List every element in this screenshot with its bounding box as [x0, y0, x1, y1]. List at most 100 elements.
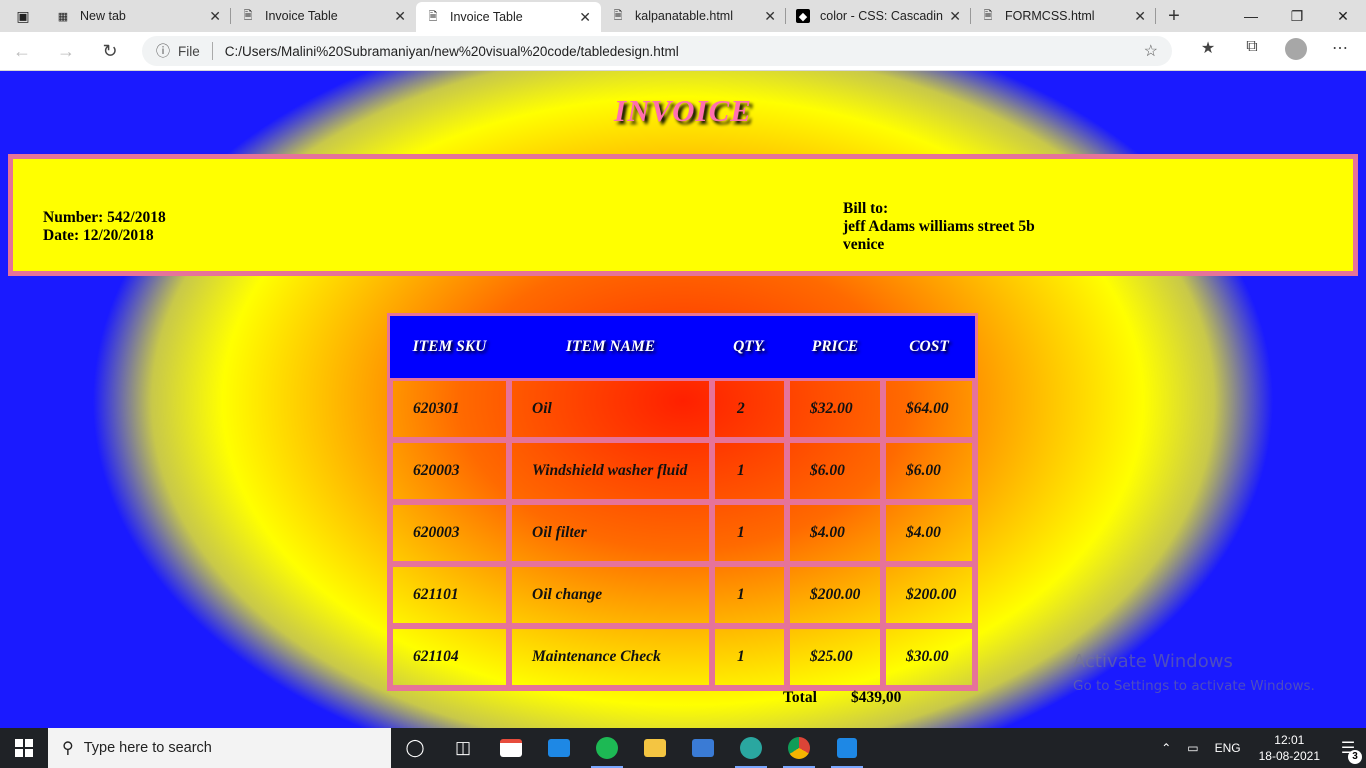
table-header-row: ITEM SKU ITEM NAME QTY. PRICE COST: [390, 316, 975, 378]
close-window-icon[interactable]: ✕: [1320, 0, 1366, 32]
codepen-icon: ◆: [796, 9, 810, 23]
bill-to-address: jeff Adams williams street 5b: [843, 218, 1035, 235]
collections-icon[interactable]: ⧉: [1230, 38, 1274, 65]
browser-tab-strip: ▣ ▦ New tab ✕ 🗎 Invoice Table ✕ 🗎 Invoic…: [0, 0, 1366, 32]
table-row: 621104 Maintenance Check 1 $25.00 $30.00: [390, 626, 975, 688]
system-tray: ⌃ ▭ ENG 12:01 18-08-2021 ☰ 3: [1153, 732, 1366, 764]
cortana-icon[interactable]: ◯: [391, 728, 439, 768]
cell-sku: 621104: [390, 626, 509, 688]
cell-cost: $4.00: [883, 502, 975, 564]
tab-kalpanatable[interactable]: 🗎 kalpanatable.html ✕: [601, 0, 786, 32]
close-tab-icon[interactable]: ✕: [764, 8, 776, 25]
back-icon[interactable]: ←: [0, 41, 44, 62]
page-viewport: INVOICE Number: 542/2018 Date: 12/20/201…: [0, 71, 1366, 728]
cell-name: Oil: [509, 378, 712, 440]
taskbar-search[interactable]: ⚲ Type here to search: [48, 728, 391, 768]
vscode-icon[interactable]: [823, 728, 871, 768]
tab-formcss[interactable]: 🗎 FORMCSS.html ✕: [971, 0, 1156, 32]
address-toolbar: ← → ↻ ⓘ File C:/Users/Malini%20Subramani…: [0, 32, 1366, 71]
wps-office-icon[interactable]: [679, 728, 727, 768]
search-icon: ⚲: [62, 740, 74, 757]
cell-price: $200.00: [787, 564, 883, 626]
spotify-icon[interactable]: [583, 728, 631, 768]
store-icon[interactable]: [487, 728, 535, 768]
cell-qty: 1: [712, 440, 787, 502]
address-divider: [211, 42, 213, 60]
mail-icon[interactable]: [535, 728, 583, 768]
cell-sku: 620003: [390, 440, 509, 502]
scheme-label: File: [178, 43, 200, 59]
page-icon: 🗎: [428, 10, 438, 23]
language-indicator[interactable]: ENG: [1215, 741, 1241, 755]
battery-icon[interactable]: ▭: [1187, 741, 1198, 755]
close-tab-icon[interactable]: ✕: [209, 8, 221, 25]
watermark-subtitle: Go to Settings to activate Windows.: [1073, 678, 1315, 694]
table-row: 620301 Oil 2 $32.00 $64.00: [390, 378, 975, 440]
tab-new-tab[interactable]: ▦ New tab ✕: [46, 0, 231, 32]
cell-name: Windshield washer fluid: [509, 440, 712, 502]
task-view-icon[interactable]: ◫: [439, 728, 487, 768]
cell-cost: $30.00: [883, 626, 975, 688]
cell-cost: $64.00: [883, 378, 975, 440]
invoice-table: ITEM SKU ITEM NAME QTY. PRICE COST 62030…: [387, 313, 978, 691]
page-icon: 🗎: [613, 9, 623, 22]
header-item-sku: ITEM SKU: [412, 338, 487, 355]
header-qty: QTY.: [733, 338, 766, 355]
cell-qty: 1: [712, 502, 787, 564]
tab-css-color[interactable]: ◆ color - CSS: Cascading ✕: [786, 0, 971, 32]
table-row: 620003 Windshield washer fluid 1 $6.00 $…: [390, 440, 975, 502]
tab-title: New tab: [80, 9, 126, 23]
info-icon[interactable]: ⓘ: [156, 41, 170, 61]
url-text[interactable]: C:/Users/Malini%20Subramaniyan/new%20vis…: [225, 44, 1144, 59]
cell-name: Maintenance Check: [509, 626, 712, 688]
table-row: 621101 Oil change 1 $200.00 $200.00: [390, 564, 975, 626]
file-explorer-icon[interactable]: [631, 728, 679, 768]
header-cost: COST: [909, 338, 949, 355]
clock-date: 18-08-2021: [1258, 749, 1320, 763]
cell-sku: 620003: [390, 502, 509, 564]
profile-avatar[interactable]: [1274, 37, 1318, 65]
bill-to-city: venice: [843, 236, 885, 253]
cell-price: $4.00: [787, 502, 883, 564]
notifications-icon[interactable]: ☰ 3: [1330, 738, 1366, 764]
bill-to-block: Bill to: jeff Adams williams street 5b v…: [843, 200, 1035, 254]
add-favorite-icon[interactable]: ☆: [1144, 41, 1158, 61]
chrome-icon[interactable]: [775, 728, 823, 768]
cell-price: $25.00: [787, 626, 883, 688]
forward-icon[interactable]: →: [44, 41, 88, 62]
restore-icon[interactable]: ❐: [1274, 0, 1320, 32]
clock[interactable]: 12:01 18-08-2021: [1259, 732, 1320, 764]
close-tab-icon[interactable]: ✕: [949, 8, 961, 25]
cell-name: Oil filter: [509, 502, 712, 564]
more-menu-icon[interactable]: ⋯: [1318, 38, 1362, 65]
minimize-icon[interactable]: —: [1228, 0, 1274, 32]
header-price: PRICE: [811, 338, 859, 355]
chevron-up-icon[interactable]: ⌃: [1161, 741, 1171, 755]
tab-actions-icon[interactable]: ▣: [0, 0, 46, 32]
cell-sku: 620301: [390, 378, 509, 440]
clock-time: 12:01: [1274, 733, 1305, 747]
close-tab-icon[interactable]: ✕: [394, 8, 406, 25]
tab-title: color - CSS: Cascading: [820, 9, 944, 23]
close-tab-icon[interactable]: ✕: [579, 9, 591, 26]
activate-windows-watermark: Activate Windows Go to Settings to activ…: [1073, 651, 1315, 694]
page-icon: 🗎: [243, 9, 253, 22]
window-controls: — ❐ ✕: [1228, 0, 1366, 32]
taskbar: ⚲ Type here to search ◯ ◫ ⌃ ▭ ENG 12:01 …: [0, 728, 1366, 768]
close-tab-icon[interactable]: ✕: [1134, 8, 1146, 25]
new-tab-button[interactable]: +: [1156, 0, 1192, 32]
refresh-icon[interactable]: ↻: [88, 41, 132, 62]
cell-qty: 1: [712, 564, 787, 626]
edge-icon[interactable]: [727, 728, 775, 768]
address-bar[interactable]: ⓘ File C:/Users/Malini%20Subramaniyan/ne…: [142, 36, 1172, 66]
table-row: 620003 Oil filter 1 $4.00 $4.00: [390, 502, 975, 564]
favorites-icon[interactable]: ★: [1186, 38, 1230, 65]
start-button[interactable]: [0, 728, 48, 768]
tab-invoice-table-1[interactable]: 🗎 Invoice Table ✕: [231, 0, 416, 32]
cell-name: Oil change: [509, 564, 712, 626]
cell-price: $32.00: [787, 378, 883, 440]
tab-invoice-table-active[interactable]: 🗎 Invoice Table ✕: [416, 2, 601, 32]
cell-sku: 621101: [390, 564, 509, 626]
cell-cost: $6.00: [883, 440, 975, 502]
tab-title: Invoice Table: [265, 9, 338, 23]
